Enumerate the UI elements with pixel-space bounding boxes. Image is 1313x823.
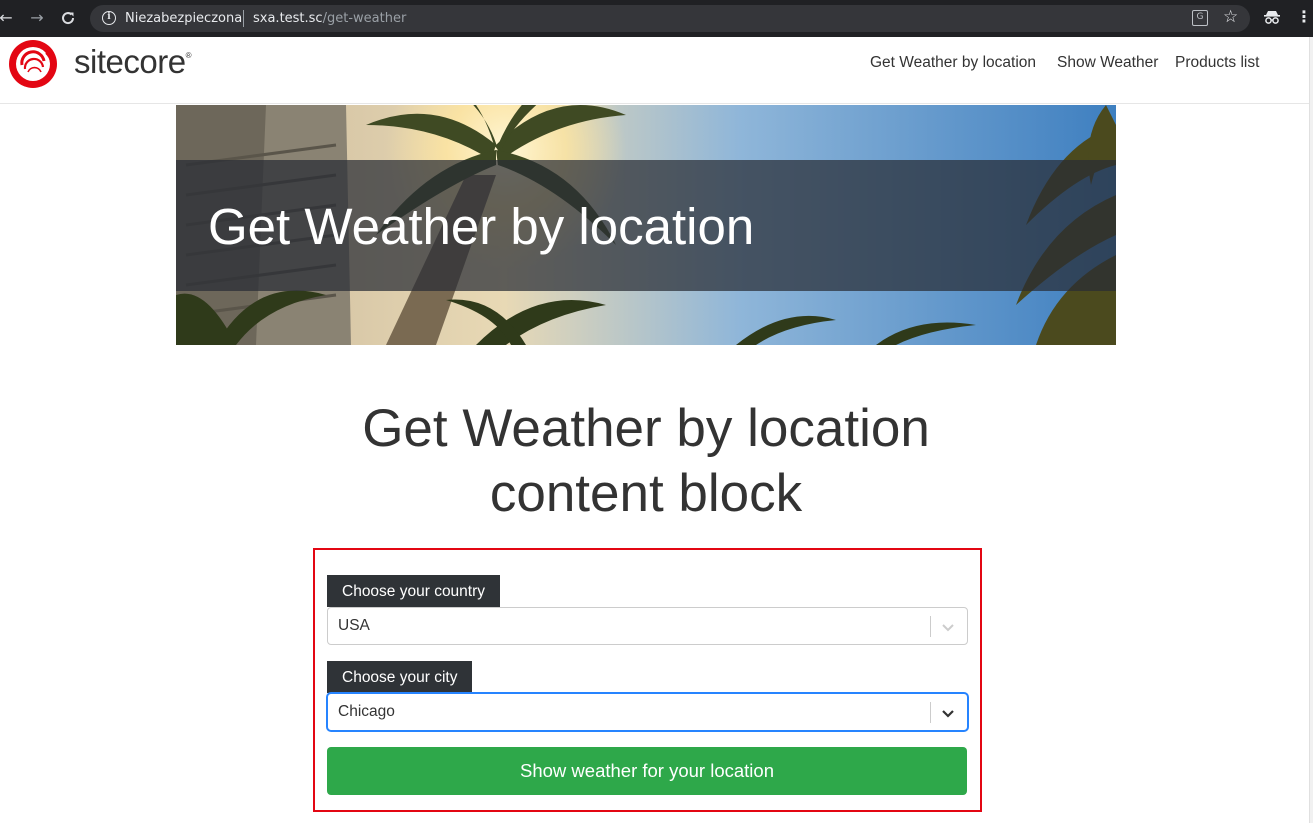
browser-menu-icon[interactable]: ⋮ xyxy=(1296,7,1312,26)
brand-mark: ® xyxy=(185,51,192,60)
back-icon[interactable]: ← xyxy=(0,8,16,28)
city-select-divider xyxy=(930,702,931,723)
site-header: sitecore® Get Weather by location Show W… xyxy=(0,37,1309,104)
weather-form: Choose your country USA Choose your city… xyxy=(313,548,982,812)
city-label: Choose your city xyxy=(327,661,473,693)
url-path: /get-weather xyxy=(322,11,407,26)
content-title-line-2: content block xyxy=(489,464,803,523)
reload-icon[interactable] xyxy=(58,8,78,28)
country-select-value: USA xyxy=(338,617,370,634)
country-select[interactable]: USA xyxy=(327,607,968,645)
address-separator xyxy=(243,10,244,27)
bookmark-star-icon[interactable]: ☆ xyxy=(1223,7,1238,27)
address-bar[interactable]: i Niezabezpieczona sxa.test.sc/get-weath… xyxy=(90,5,1250,32)
nav-products-list[interactable]: Products list xyxy=(1175,54,1259,72)
security-label[interactable]: Niezabezpieczona xyxy=(125,11,242,26)
page-scrollbar[interactable] xyxy=(1309,37,1313,823)
nav-show-weather[interactable]: Show Weather xyxy=(1057,54,1158,72)
content-title-line-1: Get Weather by location xyxy=(362,399,930,458)
chevron-down-icon[interactable] xyxy=(939,704,957,722)
sitecore-logo-icon[interactable] xyxy=(8,39,58,89)
content-title: Get Weather by location content block xyxy=(176,396,1116,526)
city-select[interactable]: Chicago xyxy=(327,693,968,731)
incognito-icon[interactable] xyxy=(1263,9,1281,29)
url-text[interactable]: sxa.test.sc/get-weather xyxy=(253,11,406,26)
show-weather-button[interactable]: Show weather for your location xyxy=(327,747,967,795)
info-icon[interactable]: i xyxy=(102,11,116,25)
brand-text: sitecore xyxy=(74,43,186,80)
nav-get-weather[interactable]: Get Weather by location xyxy=(870,54,1036,72)
hero-banner: Get Weather by location xyxy=(176,105,1116,345)
chevron-down-icon[interactable] xyxy=(939,618,957,636)
brand-name[interactable]: sitecore® xyxy=(74,43,192,81)
city-select-value: Chicago xyxy=(338,703,395,720)
browser-toolbar: ← → i Niezabezpieczona sxa.test.sc/get-w… xyxy=(0,0,1313,37)
hero-title: Get Weather by location xyxy=(208,198,755,255)
translate-icon[interactable]: G xyxy=(1192,10,1208,26)
country-select-divider xyxy=(930,616,931,637)
country-label: Choose your country xyxy=(327,575,501,607)
forward-icon[interactable]: → xyxy=(27,8,47,28)
url-host: sxa.test.sc xyxy=(253,11,323,26)
